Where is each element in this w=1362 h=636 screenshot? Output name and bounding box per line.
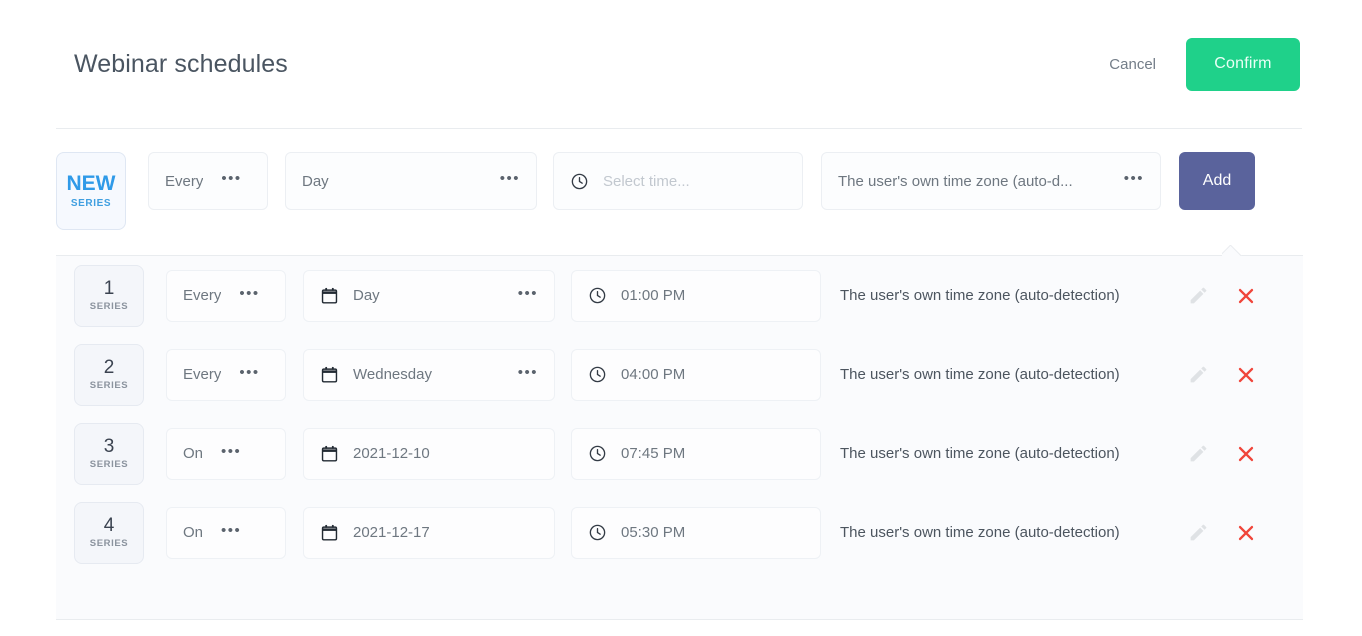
new-timezone-value: The user's own time zone (auto-d... [838,172,1073,190]
ellipsis-icon: ••• [239,284,260,302]
schedules-rows: 1 SERIES Every ••• Day ••• 01:00 PM The … [56,256,1303,572]
time-value: 01:00 PM [621,287,686,304]
unit-value: 2021-12-17 [353,524,430,541]
new-frequency-value: Every [165,172,204,190]
row-actions [1188,285,1303,307]
frequency-select[interactable]: On ••• [166,427,286,480]
unit-value: 2021-12-10 [353,445,430,462]
time-value: 07:45 PM [621,445,686,462]
pencil-icon[interactable] [1188,443,1209,464]
table-row: 2 SERIES Every ••• Wednesday ••• 04:00 P… [56,335,1303,414]
pencil-icon[interactable] [1188,522,1209,543]
pencil-icon[interactable] [1188,364,1209,385]
calendar-icon [320,365,339,384]
series-badge-label: SERIES [89,459,129,471]
time-input[interactable]: 04:00 PM [571,348,821,401]
frequency-value: Every [183,287,222,304]
frequency-select[interactable]: Every ••• [166,348,286,401]
header-actions: Cancel Confirm [1105,37,1302,91]
row-actions [1188,364,1303,386]
timezone-value: The user's own time zone (auto-detection… [840,523,1120,541]
ellipsis-icon: ••• [239,363,260,381]
confirm-button[interactable]: Confirm [1186,37,1300,91]
series-badge[interactable]: 2 SERIES [74,343,144,406]
panel-caret-icon [1222,245,1244,256]
ellipsis-icon: ••• [517,363,538,381]
table-row: 3 SERIES On ••• 2021-12-10 ••• [56,414,1303,493]
webinar-schedules-dialog: Webinar schedules Cancel Confirm NEW SER… [0,0,1362,636]
series-badge-label: SERIES [89,538,129,550]
row-actions [1188,522,1303,544]
series-badge-number: 4 [103,514,115,536]
ellipsis-icon: ••• [221,170,242,187]
series-badge-number: 3 [103,435,115,457]
timezone-value: The user's own time zone (auto-detection… [840,444,1120,462]
timezone-value: The user's own time zone (auto-detection… [840,365,1120,383]
series-badge[interactable]: 4 SERIES [74,501,144,564]
clock-icon [588,365,607,384]
new-series-badge[interactable]: NEW SERIES [56,152,126,230]
new-time-placeholder: Select time... [603,172,690,190]
time-value: 04:00 PM [621,366,686,383]
series-badge[interactable]: 1 SERIES [74,264,144,327]
clock-icon [588,444,607,463]
clock-icon [588,286,607,305]
table-row: 4 SERIES On ••• 2021-12-17 ••• [56,493,1303,572]
frequency-select[interactable]: Every ••• [166,269,286,322]
time-value: 05:30 PM [621,524,686,541]
unit-select[interactable]: 2021-12-10 ••• [303,427,555,480]
calendar-icon [320,286,339,305]
unit-value: Wednesday [353,366,432,383]
unit-select[interactable]: 2021-12-17 ••• [303,506,555,559]
new-unit-value: Day [302,172,329,190]
clock-icon [588,523,607,542]
unit-select[interactable]: Wednesday ••• [303,348,555,401]
new-unit-select[interactable]: Day ••• [285,152,537,210]
time-input[interactable]: 07:45 PM [571,427,821,480]
new-series-row: NEW SERIES Every ••• Day ••• Select time… [56,152,1304,234]
frequency-value: On [183,524,204,541]
series-badge-label: SERIES [89,380,129,392]
ellipsis-icon: ••• [517,284,538,302]
new-timezone-select[interactable]: The user's own time zone (auto-d... ••• [821,152,1161,210]
time-input[interactable]: 05:30 PM [571,506,821,559]
ellipsis-icon: ••• [221,521,242,539]
delete-row-button[interactable] [1235,443,1257,465]
dialog-header: Webinar schedules Cancel Confirm [56,0,1302,129]
table-row: 1 SERIES Every ••• Day ••• 01:00 PM The … [56,256,1303,335]
new-frequency-select[interactable]: Every ••• [148,152,268,210]
frequency-select[interactable]: On ••• [166,506,286,559]
row-actions [1188,443,1303,465]
pencil-icon[interactable] [1188,285,1209,306]
ellipsis-icon: ••• [221,442,242,460]
unit-select[interactable]: Day ••• [303,269,555,322]
calendar-icon [320,444,339,463]
delete-row-button[interactable] [1235,364,1257,386]
series-badge-number: 1 [103,277,115,299]
ellipsis-icon: ••• [499,170,520,187]
clock-icon [570,172,589,191]
delete-row-button[interactable] [1235,522,1257,544]
schedules-list-panel: 1 SERIES Every ••• Day ••• 01:00 PM The … [56,255,1303,620]
page-title: Webinar schedules [74,49,288,78]
new-series-badge-label: SERIES [70,198,112,210]
calendar-icon [320,523,339,542]
series-badge-label: SERIES [89,301,129,313]
time-input[interactable]: 01:00 PM [571,269,821,322]
series-badge[interactable]: 3 SERIES [74,422,144,485]
series-badge-number: 2 [103,356,115,378]
delete-row-button[interactable] [1235,285,1257,307]
add-button[interactable]: Add [1179,152,1255,210]
frequency-value: On [183,445,204,462]
timezone-value: The user's own time zone (auto-detection… [840,286,1120,304]
unit-value: Day [353,287,380,304]
new-time-input[interactable]: Select time... [553,152,803,210]
new-series-badge-number: NEW [66,171,116,195]
ellipsis-icon: ••• [1123,170,1144,187]
cancel-button[interactable]: Cancel [1105,50,1160,79]
frequency-value: Every [183,366,222,383]
